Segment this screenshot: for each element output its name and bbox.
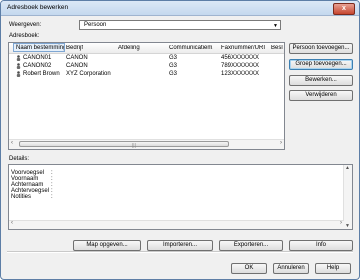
horizontal-scrollbar[interactable]: ‹ ||| › [9, 139, 284, 149]
close-button[interactable]: x [333, 3, 355, 15]
row-name: CANON02 [23, 63, 52, 69]
row-comm-mode: G3 [169, 55, 178, 61]
column-header-fax[interactable]: Faxnummer/URI [221, 45, 265, 51]
column-header-name[interactable]: Naam bestemming [13, 43, 65, 52]
edit-button[interactable]: Bewerken... [289, 75, 353, 86]
title-bar: Adresboek bewerken x [1, 1, 359, 16]
chevron-down-icon: ▼ [273, 23, 278, 29]
person-icon [16, 63, 21, 69]
view-dropdown[interactable]: Persoon ▼ [79, 20, 281, 30]
delete-button[interactable]: Verwijderen [289, 90, 353, 101]
row-company: CANON [66, 55, 88, 61]
scroll-left-icon[interactable]: ‹ [11, 140, 13, 146]
view-label: Weergeven: [9, 22, 42, 28]
row-company: XYZ Corporation [66, 71, 111, 77]
table-row[interactable]: Robert Brown XYZ Corporation G3 123XXXXX… [9, 71, 284, 78]
row-fax: 123XXXXXXX [221, 71, 260, 77]
row-comm-mode: G3 [169, 63, 178, 69]
table-row[interactable]: CANON01 CANON G3 456XXXXXXX [9, 55, 284, 62]
address-book-label: Adresboek: [9, 33, 40, 39]
add-group-button[interactable]: Groep toevoegen... [289, 59, 353, 70]
ok-button[interactable]: OK [231, 263, 267, 274]
column-header-department[interactable]: Afdeling [118, 45, 140, 51]
specify-folder-button[interactable]: Map opgeven... [73, 240, 141, 251]
row-fax: 789XXXXXXX [221, 63, 260, 69]
window-title: Adresboek bewerken [7, 4, 69, 11]
details-horizontal-scrollbar[interactable]: ‹ › [9, 220, 344, 229]
row-name: CANON01 [23, 55, 52, 61]
column-header-comm-mode[interactable]: Communicatiem... [169, 45, 213, 51]
info-button[interactable]: Info [289, 240, 353, 251]
details-label: Details: [9, 156, 30, 162]
cancel-button[interactable]: Annuleren [273, 263, 309, 274]
import-button[interactable]: Importeren... [147, 240, 213, 251]
help-button[interactable]: Help [315, 263, 351, 274]
add-person-button[interactable]: Persoon toevoegen... [289, 43, 353, 54]
scroll-right-icon[interactable]: › [340, 220, 342, 226]
scroll-down-icon[interactable]: ▼ [345, 223, 350, 229]
details-panel: Voorvoegsel: Voornaam: Achternaam: Achte… [8, 164, 353, 230]
vertical-scrollbar[interactable]: ▲ ▼ [343, 165, 352, 229]
person-icon [16, 55, 21, 61]
scroll-up-icon[interactable]: ▲ [345, 165, 350, 171]
row-name: Robert Brown [23, 71, 60, 77]
list-header: Naam bestemming Bedrijf Afdeling Communi… [9, 43, 284, 54]
row-company: CANON [66, 63, 88, 69]
scroll-left-icon[interactable]: ‹ [11, 220, 13, 226]
person-icon [16, 71, 21, 77]
address-book-dialog: Adresboek bewerken x Weergeven: Persoon … [0, 0, 360, 280]
grip-icon: ||| [132, 143, 136, 149]
row-fax: 456XXXXXXX [221, 55, 260, 61]
divider [7, 251, 353, 253]
column-header-company[interactable]: Bedrijf [66, 45, 83, 51]
row-comm-mode: G3 [169, 71, 178, 77]
detail-key: Notities [11, 194, 32, 200]
view-dropdown-value: Persoon [84, 22, 107, 28]
detail-colon: : [51, 194, 53, 200]
column-header-more[interactable]: Besl [271, 45, 283, 51]
export-button[interactable]: Exporteren... [219, 240, 283, 251]
table-row[interactable]: CANON02 CANON G3 789XXXXXXX [9, 63, 284, 70]
scroll-thumb[interactable]: ||| [19, 141, 229, 149]
address-list[interactable]: Naam bestemming Bedrijf Afdeling Communi… [8, 42, 285, 150]
scroll-right-icon[interactable]: › [280, 140, 282, 146]
